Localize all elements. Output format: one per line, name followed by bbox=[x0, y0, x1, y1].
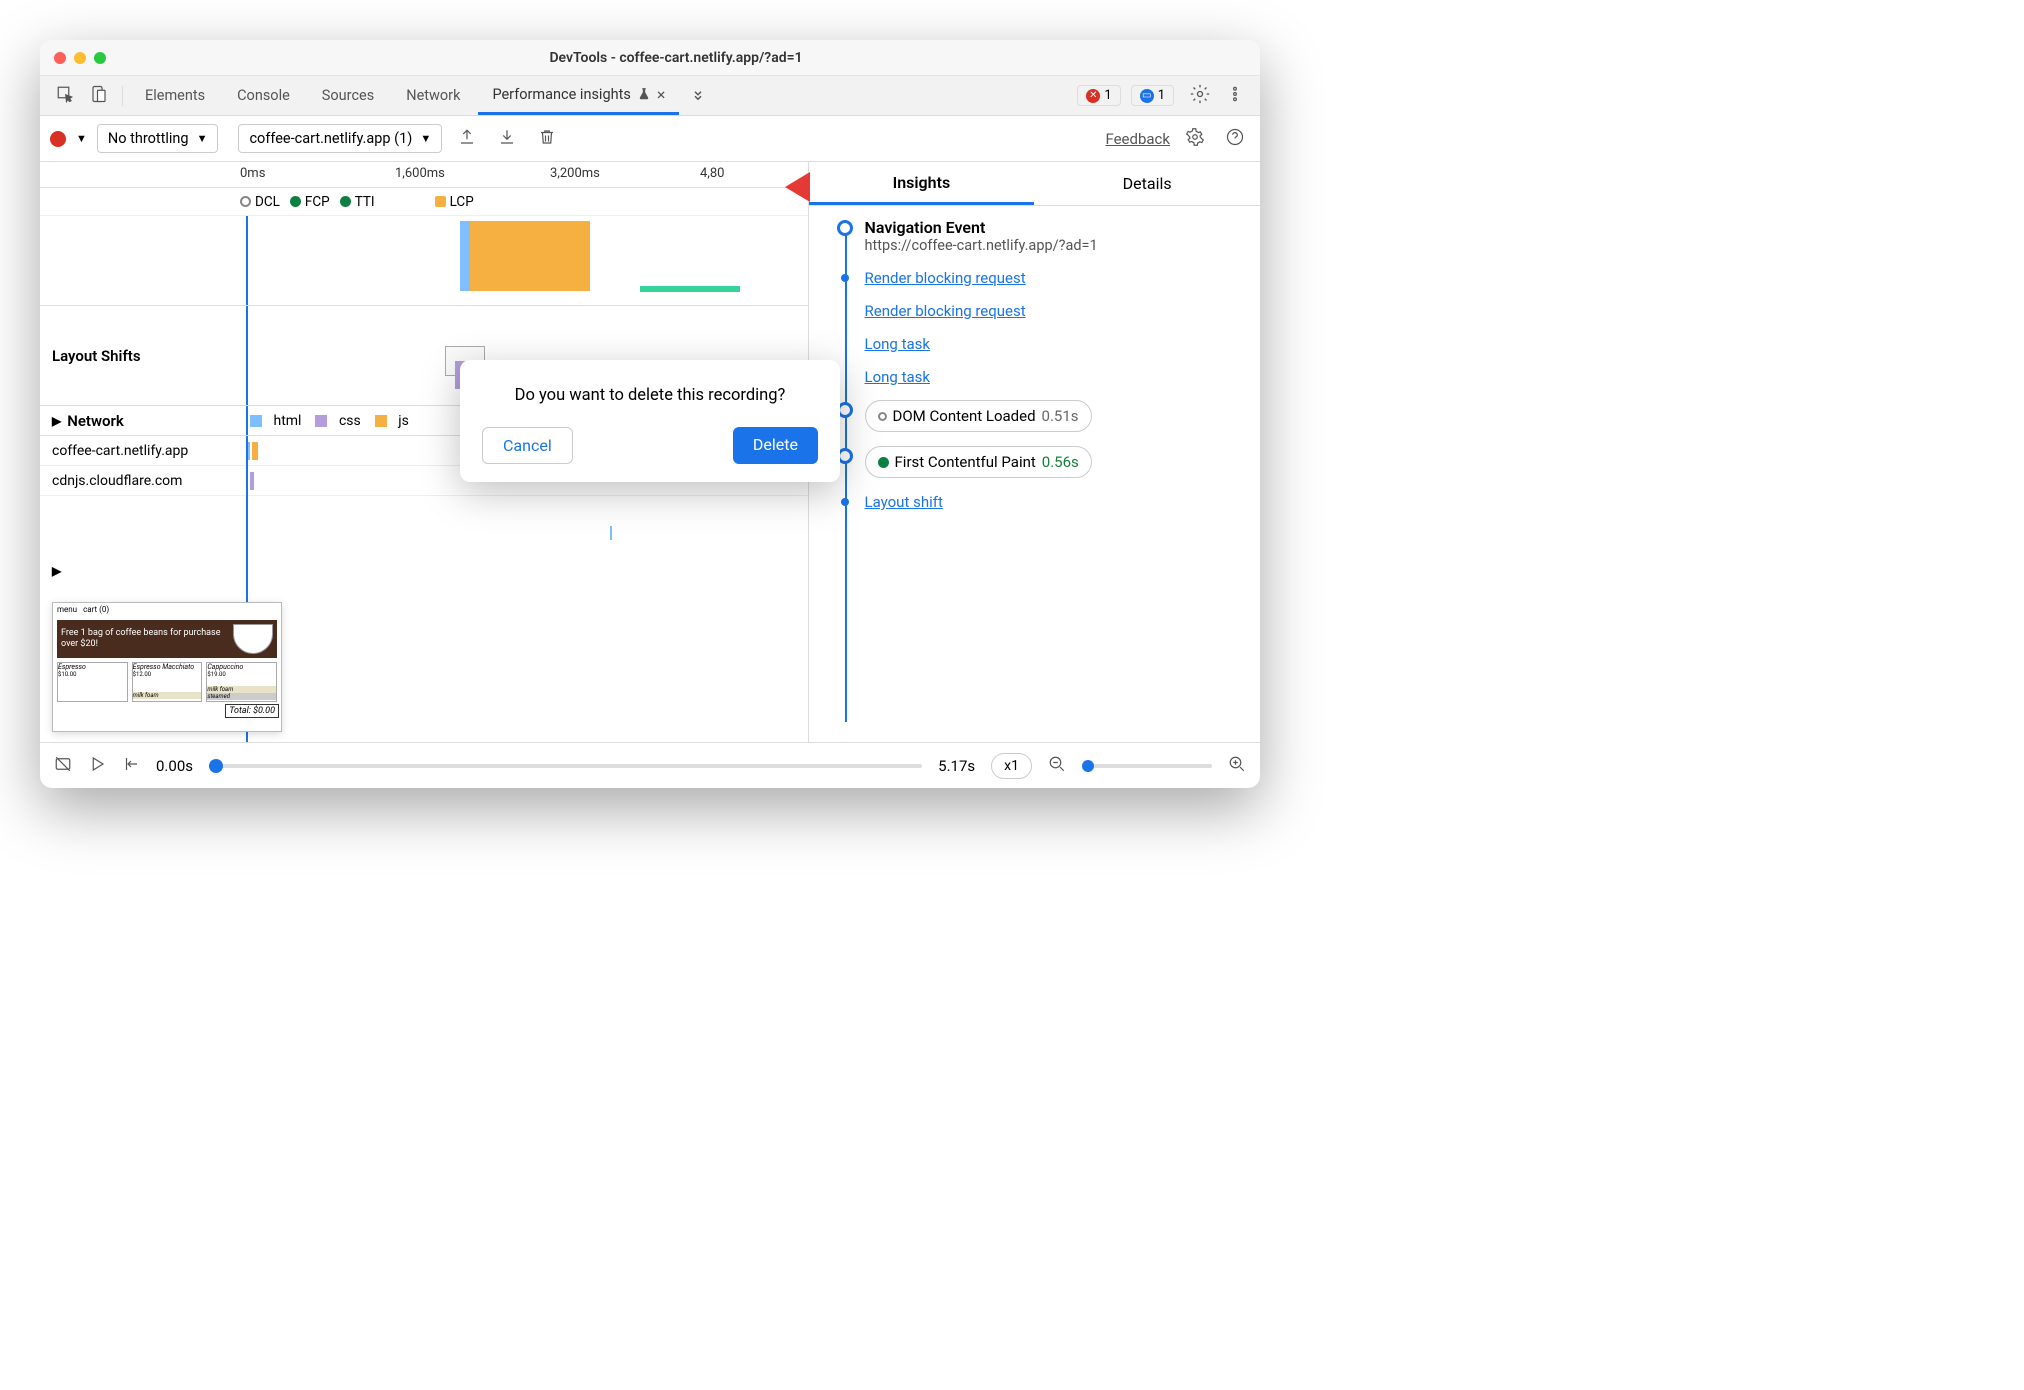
insight-render-blocking[interactable]: Render blocking request bbox=[839, 301, 1248, 320]
tab-details[interactable]: Details bbox=[1034, 162, 1260, 205]
net-legend-css: css bbox=[315, 413, 360, 429]
more-tabs-icon[interactable] bbox=[683, 79, 713, 113]
net-legend-html: html bbox=[250, 413, 301, 429]
tab-elements[interactable]: Elements bbox=[131, 79, 219, 112]
annotation-arrow bbox=[785, 162, 855, 216]
insights-panel: Insights Details Navigation Event https:… bbox=[809, 162, 1260, 742]
insight-dcl[interactable]: DOM Content Loaded 0.51s bbox=[839, 400, 1248, 432]
rewind-icon[interactable] bbox=[122, 755, 140, 777]
close-tab-icon[interactable]: × bbox=[657, 85, 666, 104]
issues-badge[interactable]: ▭1 bbox=[1131, 85, 1174, 106]
overview-track bbox=[40, 216, 808, 306]
feedback-link[interactable]: Feedback bbox=[1105, 130, 1170, 148]
errors-badge[interactable]: ✕1 bbox=[1077, 85, 1120, 106]
traffic-lights bbox=[54, 52, 106, 64]
zoom-out-icon[interactable] bbox=[1048, 755, 1066, 777]
delete-icon[interactable] bbox=[532, 122, 562, 156]
playback-slider[interactable] bbox=[209, 764, 922, 768]
overview-bar bbox=[640, 286, 740, 292]
devtools-window: DevTools - coffee-cart.netlify.app/?ad=1… bbox=[40, 40, 1260, 788]
device-toggle-icon[interactable] bbox=[84, 79, 114, 113]
insight-layout-shift[interactable]: Layout shift bbox=[839, 492, 1248, 511]
overview-bar bbox=[470, 221, 590, 291]
dialog-message: Do you want to delete this recording? bbox=[482, 386, 818, 405]
insight-long-task[interactable]: Long task bbox=[839, 367, 1248, 386]
play-icon[interactable] bbox=[88, 755, 106, 777]
delete-button[interactable]: Delete bbox=[733, 427, 818, 464]
recording-dropdown[interactable]: coffee-cart.netlify.app (1)▼ bbox=[238, 124, 442, 153]
minimize-window[interactable] bbox=[74, 52, 86, 64]
net-legend-js: js bbox=[375, 413, 409, 429]
zoom-slider[interactable] bbox=[1082, 764, 1212, 768]
tab-console[interactable]: Console bbox=[223, 79, 304, 112]
lcp-marker: LCP bbox=[435, 194, 474, 210]
insights-list: Navigation Event https://coffee-cart.net… bbox=[809, 206, 1260, 742]
insight-long-task[interactable]: Long task bbox=[839, 334, 1248, 353]
fcp-marker: FCP bbox=[290, 194, 330, 210]
tab-performance-insights[interactable]: Performance insights × bbox=[478, 77, 679, 115]
kebab-menu-icon[interactable] bbox=[1220, 79, 1250, 113]
marker-legend: DCL FCP TTI LCP bbox=[40, 188, 808, 216]
zoom-in-icon[interactable] bbox=[1228, 755, 1246, 777]
settings-gear-icon[interactable] bbox=[1180, 122, 1210, 156]
screenshot-toggle-icon[interactable] bbox=[54, 755, 72, 777]
upload-icon[interactable] bbox=[452, 122, 482, 156]
inspect-icon[interactable] bbox=[50, 79, 80, 113]
tab-network[interactable]: Network bbox=[392, 79, 474, 112]
devtools-tabs: Elements Console Sources Network Perform… bbox=[40, 76, 1260, 116]
playback-end: 5.17s bbox=[938, 757, 975, 775]
dcl-marker: DCL bbox=[240, 194, 280, 210]
playback-start: 0.00s bbox=[156, 757, 193, 775]
cancel-button[interactable]: Cancel bbox=[482, 427, 573, 464]
insight-render-blocking[interactable]: Render blocking request bbox=[839, 268, 1248, 287]
tab-sources[interactable]: Sources bbox=[308, 79, 388, 112]
titlebar: DevTools - coffee-cart.netlify.app/?ad=1 bbox=[40, 40, 1260, 76]
tti-marker: TTI bbox=[340, 194, 375, 210]
delete-confirm-dialog: Do you want to delete this recording? Ca… bbox=[460, 360, 840, 482]
right-tabs: Insights Details bbox=[809, 162, 1260, 206]
window-title: DevTools - coffee-cart.netlify.app/?ad=1 bbox=[106, 50, 1246, 66]
flask-icon bbox=[637, 87, 651, 101]
record-button[interactable] bbox=[50, 131, 66, 147]
record-dropdown-icon[interactable]: ▼ bbox=[76, 132, 87, 145]
settings-icon[interactable] bbox=[1184, 78, 1216, 114]
perf-toolbar: ▼ No throttling▼ coffee-cart.netlify.app… bbox=[40, 116, 1260, 162]
help-icon[interactable] bbox=[1220, 122, 1250, 156]
insight-fcp[interactable]: First Contentful Paint 0.56s bbox=[839, 446, 1248, 478]
playback-bar: 0.00s 5.17s x1 bbox=[40, 742, 1260, 788]
screenshot-thumbnail[interactable]: menucart (0) Free 1 bag of coffee beans … bbox=[52, 602, 282, 732]
download-icon[interactable] bbox=[492, 122, 522, 156]
throttling-dropdown[interactable]: No throttling▼ bbox=[97, 124, 219, 153]
insight-navigation: Navigation Event https://coffee-cart.net… bbox=[839, 218, 1248, 254]
maximize-window[interactable] bbox=[94, 52, 106, 64]
close-window[interactable] bbox=[54, 52, 66, 64]
time-ruler: 0ms 1,600ms 3,200ms 4,80 bbox=[40, 162, 808, 188]
playback-speed[interactable]: x1 bbox=[991, 753, 1032, 779]
